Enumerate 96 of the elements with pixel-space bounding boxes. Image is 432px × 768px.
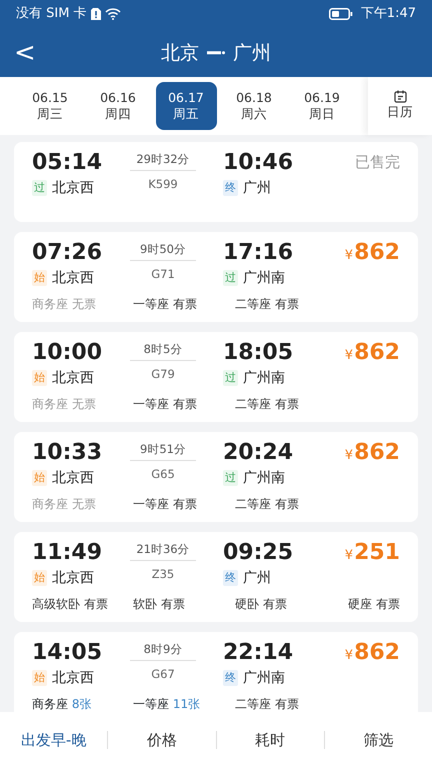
price-text: ¥251 — [344, 541, 400, 567]
seat-availability: 硬卧 有票 — [235, 596, 288, 612]
train-card[interactable]: 07:26 始 北京西 9时50分 G71 17:16 过 广州南 ¥862 商务座 无票 一等座 有票 二等座 有票 — [14, 232, 418, 322]
station-tag: 过 — [223, 470, 238, 486]
duration-text: 8时5分 — [130, 341, 196, 361]
train-number: K599 — [147, 176, 179, 192]
station-tag: 始 — [32, 470, 47, 486]
station-name: 北京西 — [52, 178, 94, 198]
sort-tab[interactable]: 出发早-晚 — [0, 712, 108, 768]
station-tag: 终 — [223, 180, 238, 196]
station-name: 北京西 — [52, 468, 94, 488]
calendar-button[interactable]: 日历 — [368, 77, 432, 135]
calendar-icon — [394, 90, 406, 104]
route-arrow-icon — [207, 50, 225, 56]
seat-availability: 一等座 有票 — [133, 496, 198, 512]
train-number: G65 — [150, 466, 176, 482]
seat-availability: 一等座 有票 — [133, 296, 198, 312]
station-name: 广州南 — [243, 668, 285, 688]
station-tag: 终 — [223, 570, 238, 586]
train-number: G79 — [150, 366, 176, 382]
origin-city: 北京 — [161, 40, 199, 66]
train-number: G67 — [150, 666, 176, 682]
arrival-time: 10:46 — [223, 151, 294, 175]
back-button[interactable]: < — [0, 40, 50, 66]
arrival-time: 20:24 — [223, 441, 294, 465]
seat-availability: 一等座 11张 — [133, 696, 202, 712]
seat-availability: 二等座 有票 — [235, 496, 300, 512]
train-card[interactable]: 05:14 过 北京西 29时32分 K599 10:46 终 广州 已售完 — [14, 142, 418, 222]
sort-tab[interactable]: 筛选 — [324, 712, 432, 768]
date-tab[interactable]: 06.17 周五 — [156, 82, 216, 130]
train-card[interactable]: 10:33 始 北京西 9时51分 G65 20:24 过 广州南 ¥862 商务座 无票 一等座 有票 二等座 有票 — [14, 432, 418, 522]
arrival-time: 09:25 — [223, 541, 294, 565]
train-card[interactable]: 10:00 始 北京西 8时5分 G79 18:05 过 广州南 ¥862 商务座 无票 一等座 有票 二等座 有票 — [14, 332, 418, 422]
station-tag: 始 — [32, 270, 47, 286]
carrier-text: 没有 SIM 卡 — [16, 5, 87, 24]
station-tag: 过 — [223, 270, 238, 286]
date-tab[interactable]: 06.19 周日 — [292, 82, 352, 130]
sort-tab[interactable]: 价格 — [108, 712, 216, 768]
duration-text: 29时32分 — [130, 151, 196, 171]
sort-tab[interactable]: 耗时 — [216, 712, 324, 768]
train-number: Z35 — [150, 566, 176, 582]
departure-time: 10:00 — [32, 341, 104, 365]
destination-city: 广州 — [233, 40, 271, 66]
station-name: 广州南 — [243, 268, 285, 288]
price-text: ¥862 — [344, 241, 400, 267]
date-tab[interactable]: 06.15 周三 — [20, 82, 80, 130]
date-tab[interactable]: 06.16 周四 — [88, 82, 148, 130]
price-text: ¥862 — [344, 641, 400, 667]
clock-text: 下午1:47 — [360, 5, 416, 24]
seat-availability: 商务座 8张 — [32, 696, 92, 712]
duration-text: 9时51分 — [130, 441, 196, 461]
departure-time: 11:49 — [32, 541, 104, 565]
station-tag: 过 — [32, 180, 47, 196]
station-name: 北京西 — [52, 268, 94, 288]
sim-alert-icon — [90, 8, 101, 20]
wifi-icon — [104, 8, 121, 20]
departure-time: 07:26 — [32, 241, 104, 265]
station-tag: 始 — [32, 570, 47, 586]
price-text: ¥862 — [344, 441, 400, 467]
battery-icon — [328, 8, 353, 20]
station-tag: 过 — [223, 370, 238, 386]
seat-availability: 二等座 有票 — [235, 396, 300, 412]
price-text: ¥862 — [344, 341, 400, 367]
train-number: G71 — [150, 266, 176, 282]
station-name: 北京西 — [52, 368, 94, 388]
departure-time: 05:14 — [32, 151, 104, 175]
station-name: 北京西 — [52, 668, 94, 688]
station-tag: 始 — [32, 370, 47, 386]
seat-availability: 商务座 无票 — [32, 396, 97, 412]
seat-availability: 软卧 有票 — [133, 596, 186, 612]
seat-availability: 硬座 有票 — [348, 596, 400, 612]
station-name: 北京西 — [52, 568, 94, 588]
date-tab[interactable]: 06.18 周六 — [224, 82, 284, 130]
seat-availability: 商务座 无票 — [32, 296, 97, 312]
station-name: 广州 — [243, 568, 271, 588]
station-name: 广州 — [243, 178, 271, 198]
seat-availability: 二等座 有票 — [235, 696, 300, 712]
seat-availability: 高级软卧 有票 — [32, 596, 109, 612]
seat-availability: 二等座 有票 — [235, 296, 300, 312]
duration-text: 21时36分 — [130, 541, 196, 561]
arrival-time: 22:14 — [223, 641, 294, 665]
arrival-time: 17:16 — [223, 241, 294, 265]
station-name: 广州南 — [243, 368, 285, 388]
station-tag: 始 — [32, 670, 47, 686]
station-tag: 终 — [223, 670, 238, 686]
departure-time: 10:33 — [32, 441, 104, 465]
seat-availability: 一等座 有票 — [133, 396, 198, 412]
duration-text: 9时50分 — [130, 241, 196, 261]
sold-out-text: 已售完 — [355, 152, 400, 173]
train-card[interactable]: 14:05 始 北京西 8时9分 G67 22:14 终 广州南 ¥862 商务座 8张 一等座 11张 二等座 有票 — [14, 632, 418, 712]
train-card[interactable]: 11:49 始 北京西 21时36分 Z35 09:25 终 广州 ¥251 高级软卧 有票 软卧 有票 硬卧 有票 硬座 有票 — [14, 532, 418, 622]
departure-time: 14:05 — [32, 641, 104, 665]
duration-text: 8时9分 — [130, 641, 196, 661]
station-name: 广州南 — [243, 468, 285, 488]
seat-availability: 商务座 无票 — [32, 496, 97, 512]
arrival-time: 18:05 — [223, 341, 294, 365]
